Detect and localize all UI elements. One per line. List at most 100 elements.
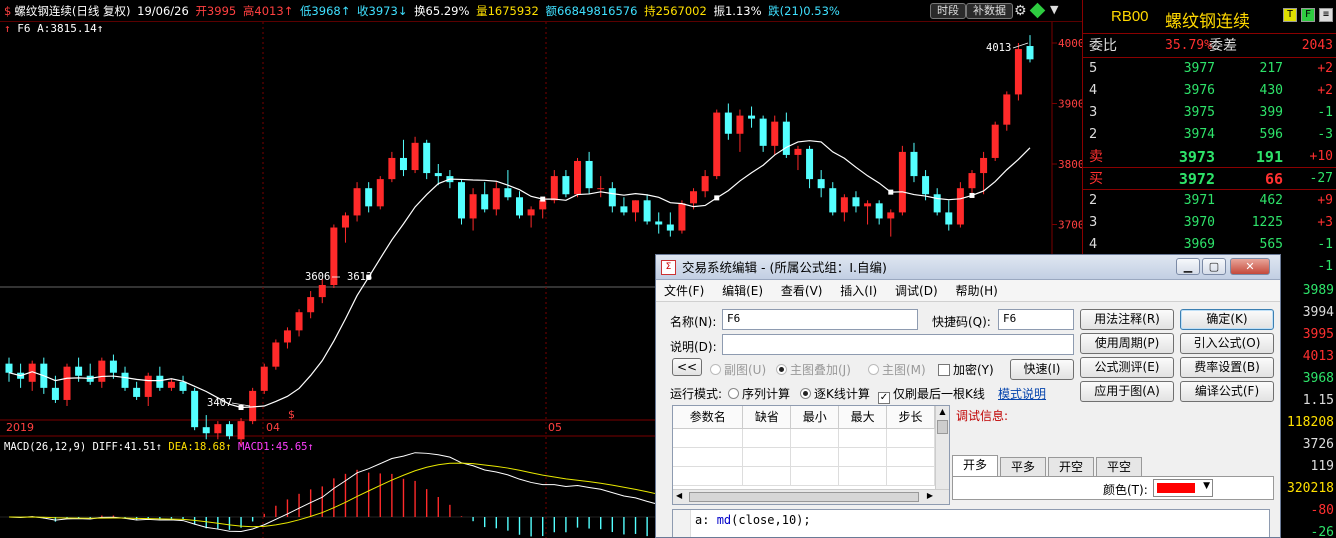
col-step[interactable]: 步长 [886, 406, 935, 429]
mode-help-link[interactable]: 模式说明 [998, 385, 1046, 402]
candle-body [98, 360, 106, 382]
buy-price: 3972 [1178, 170, 1215, 188]
opt-overlay[interactable]: 主图叠加(J) [776, 361, 851, 378]
run-kline[interactable]: 逐K线计算 [800, 385, 870, 402]
usage-notes-button[interactable]: 用法注释(R) [1080, 309, 1174, 330]
sell-row[interactable]: 2 3974 596 -3 [1083, 124, 1336, 146]
opt-encrypt[interactable]: 加密(Y) [938, 361, 994, 378]
col-default[interactable]: 缺省 [742, 406, 792, 429]
buy-row[interactable]: 3 3970 1225 +3 [1083, 212, 1336, 234]
chevron-down-icon[interactable]: ▼ [1203, 481, 1210, 491]
sell-row[interactable]: 4 3976 430 +2 [1083, 80, 1336, 102]
vertical-scrollbar[interactable]: ▲ [935, 406, 949, 490]
candle-body [887, 212, 895, 219]
formula-editor[interactable]: a: md(close,10); [672, 509, 1270, 537]
minimize-button[interactable]: ▁ [1176, 258, 1200, 275]
sell-row[interactable]: 3 3975 399 -1 [1083, 102, 1336, 124]
candle-body [806, 148, 814, 180]
checkbox-encrypt[interactable] [938, 364, 950, 376]
radio-overlay[interactable] [776, 364, 787, 375]
scroll-up-icon[interactable]: ▲ [936, 406, 949, 418]
fast-button[interactable]: 快速(I) [1010, 359, 1074, 380]
radio-mainchart[interactable] [868, 364, 879, 375]
buy-row[interactable]: 2 3971 462 +9 [1083, 190, 1336, 212]
candle-body [980, 157, 988, 174]
run-seq[interactable]: 序列计算 [728, 385, 790, 402]
desc-field[interactable] [722, 334, 1074, 355]
horizontal-scrollbar[interactable]: ◀ ▶ [673, 489, 949, 504]
close-button[interactable]: ✕ [1230, 258, 1270, 275]
scroll-thumb[interactable] [937, 420, 948, 434]
f-icon[interactable]: F [1301, 8, 1315, 22]
scroll-left-icon[interactable]: ◀ [676, 491, 682, 500]
gear-icon[interactable]: ⚙ [1014, 3, 1027, 19]
menu-view[interactable]: 查看(V) [781, 284, 823, 298]
col-max[interactable]: 最大 [838, 406, 888, 429]
mid-right-annotation: 3613 [347, 271, 372, 283]
collapse-button[interactable]: << [672, 358, 702, 376]
tab-close-long[interactable]: 平多 [1000, 457, 1046, 477]
radio-kline[interactable] [800, 388, 811, 399]
table-row[interactable] [673, 428, 935, 448]
name-field[interactable]: F6 [722, 309, 918, 330]
dialog-titlebar[interactable]: Σ 交易系统编辑 - (所属公式组：I.自编) ▁ ▢ ✕ [656, 255, 1280, 280]
tab-open-long[interactable]: 开多 [952, 455, 998, 477]
maximize-button[interactable]: ▢ [1202, 258, 1226, 275]
checkbox-last[interactable]: ✓ [878, 392, 890, 404]
table-row[interactable] [673, 466, 935, 486]
radio-subchart[interactable] [710, 364, 721, 375]
sell-level: 3 [1089, 105, 1098, 120]
hotkey-field[interactable]: F6 [998, 309, 1074, 330]
menu-help[interactable]: 帮助(H) [955, 284, 997, 298]
buy-row[interactable]: 4 3969 565 -1 [1083, 234, 1336, 256]
x-tick-label: 05 [548, 421, 562, 434]
sell-level: 卖 [1089, 149, 1103, 165]
menu-file[interactable]: 文件(F) [664, 284, 704, 298]
dropdown-icon[interactable]: ▼ [1050, 3, 1058, 16]
menu-debug[interactable]: 调试(D) [895, 284, 938, 298]
buy-volume: 462 [1259, 193, 1283, 208]
candle-body [678, 203, 686, 231]
contract-name: 螺纹钢连续 [1165, 12, 1250, 32]
tab-open-short[interactable]: 开空 [1048, 457, 1094, 477]
tab-close-short[interactable]: 平空 [1096, 457, 1142, 477]
sell-row[interactable]: 5 3977 217 +2 [1083, 58, 1336, 80]
color-select[interactable]: ▼ [1153, 479, 1213, 497]
fill-data-button[interactable]: 补数据 [966, 3, 1013, 19]
color-swatch [1157, 483, 1195, 493]
y-tick-label: 3700 [1058, 219, 1082, 232]
sell-change: -1 [1317, 105, 1333, 120]
buy-change: +3 [1317, 215, 1333, 230]
turnover-rate: 换65.29% [414, 4, 470, 18]
col-min[interactable]: 最小 [790, 406, 840, 429]
y-tick-label: 4000 [1058, 37, 1082, 50]
menu-icon[interactable]: ≡ [1319, 8, 1333, 22]
period-button[interactable]: 使用周期(P) [1080, 333, 1174, 354]
scroll-right-icon[interactable]: ▶ [927, 491, 933, 500]
y-tick-label: 3900 [1058, 98, 1082, 111]
low-price: 低3968↑ [299, 4, 351, 18]
buy-row[interactable]: 买 3972 66 -27 [1083, 168, 1336, 190]
table-row[interactable] [673, 447, 935, 467]
menu-edit[interactable]: 编辑(E) [722, 284, 763, 298]
param-table[interactable]: 参数名 缺省 最小 最大 步长 ▲ ◀ ▶ [672, 405, 950, 505]
run-last[interactable]: ✓ 仅刷最后一根K线 [878, 385, 985, 404]
buy-level: 2 [1089, 193, 1098, 208]
fee-settings-button[interactable]: 费率设置(B) [1180, 357, 1274, 378]
col-param-name[interactable]: 参数名 [673, 406, 744, 429]
sell-row[interactable]: 卖 3973 191 +10 [1083, 146, 1336, 168]
t-icon[interactable]: T [1283, 8, 1297, 22]
time-period-button[interactable]: 时段 [930, 3, 966, 19]
candle-body [643, 200, 651, 222]
import-formula-button[interactable]: 引入公式(O) [1180, 333, 1274, 354]
radio-seq[interactable] [728, 388, 739, 399]
candle-body [608, 188, 616, 207]
apply-to-chart-button[interactable]: 应用于图(A) [1080, 381, 1174, 402]
compile-formula-button[interactable]: 编译公式(F) [1180, 381, 1274, 402]
ok-button[interactable]: 确定(K) [1180, 309, 1274, 330]
hscroll-thumb[interactable] [689, 492, 919, 502]
formula-test-button[interactable]: 公式测评(E) [1080, 357, 1174, 378]
menu-insert[interactable]: 插入(I) [840, 284, 877, 298]
opt-subchart[interactable]: 副图(U) [710, 361, 766, 378]
opt-mainchart[interactable]: 主图(M) [868, 361, 926, 378]
